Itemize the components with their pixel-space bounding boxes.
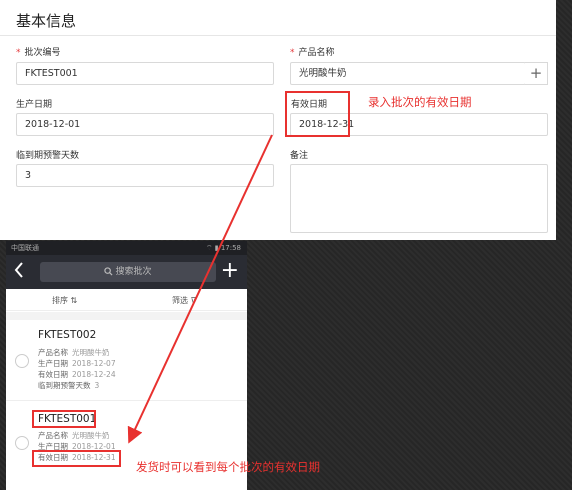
basic-info-form: 基本信息 * 批次编号 FKTEST001 * 产品名称 光明酸牛奶 + 生产日期 …	[0, 0, 556, 240]
batch-code: FKTEST002	[38, 329, 97, 341]
add-product-button[interactable]: +	[525, 62, 548, 85]
batch-list-item[interactable]: FKTEST002 产品名称 光明酸牛奶 生产日期 2018-12-07 有效日期 2…	[6, 320, 247, 400]
mobile-batch-list: 中国联通 ⌔ ▮ 17:58 搜索批次 + 排序 ⇅ 筛选 ⊽ FKTEST00…	[6, 241, 247, 490]
product-name-input[interactable]: 光明酸牛奶	[290, 62, 526, 85]
back-chevron-icon[interactable]	[14, 262, 24, 282]
add-batch-icon[interactable]: +	[221, 258, 239, 284]
remark-textarea[interactable]	[290, 164, 548, 233]
search-icon	[104, 267, 113, 276]
batch-no-label: * 批次编号	[16, 48, 61, 58]
required-mark: *	[16, 48, 21, 58]
warn-days-label: 临到期预警天数	[16, 151, 80, 161]
carrier-label: 中国联通	[11, 244, 39, 252]
filter-button[interactable]: 筛选 ⊽	[172, 295, 196, 306]
status-bar: 中国联通 ⌔ ▮ 17:58	[6, 241, 247, 255]
prod-date-input[interactable]: 2018-12-01	[16, 113, 274, 136]
exp-date-row-highlight	[32, 450, 121, 467]
search-input[interactable]: 搜索批次	[40, 262, 216, 282]
status-indicators: ⌔ ▮ 17:58	[205, 244, 241, 252]
form-title: 基本信息	[16, 12, 77, 30]
bottom-annotation: 发货时可以看到每个批次的有效日期	[136, 460, 320, 474]
product-row: 产品名称 光明酸牛奶	[38, 431, 110, 440]
select-radio[interactable]	[15, 436, 29, 450]
prod-date-row: 生产日期 2018-12-07	[38, 359, 116, 368]
prod-date-label: 生产日期	[16, 100, 53, 110]
sort-button[interactable]: 排序 ⇅	[52, 295, 77, 306]
batch-no-input[interactable]: FKTEST001	[16, 62, 274, 85]
filter-bar: 排序 ⇅ 筛选 ⊽	[6, 289, 247, 311]
exp-date-highlight	[285, 91, 350, 137]
required-mark: *	[290, 48, 295, 58]
batch-code-highlight	[32, 410, 96, 428]
title-divider	[0, 35, 556, 36]
search-placeholder: 搜索批次	[115, 267, 152, 277]
exp-date-row: 有效日期 2018-12-24	[38, 370, 116, 379]
product-row: 产品名称 光明酸牛奶	[38, 348, 110, 357]
select-radio[interactable]	[15, 354, 29, 368]
warn-days-row: 临到期预警天数 3	[38, 381, 100, 390]
product-name-label: * 产品名称	[290, 48, 335, 58]
list-gap	[6, 312, 247, 320]
top-annotation: 录入批次的有效日期	[368, 95, 472, 109]
nav-bar: 搜索批次 +	[6, 255, 247, 289]
remark-label: 备注	[290, 151, 309, 161]
warn-days-input[interactable]: 3	[16, 164, 274, 187]
